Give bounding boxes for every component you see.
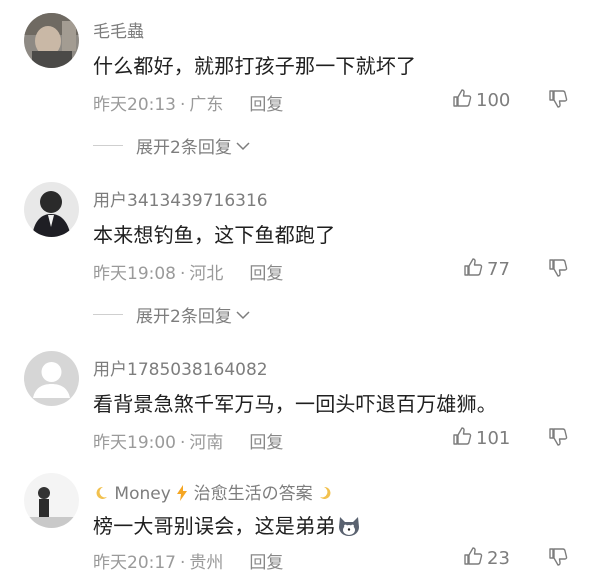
- expand-replies-label: 展开2条回复: [136, 138, 232, 158]
- dislike-button[interactable]: [548, 427, 568, 451]
- divider-line: [93, 145, 123, 146]
- thumbs-up-icon: [452, 426, 472, 451]
- like-count: 100: [476, 90, 511, 111]
- comment-meta: 昨天20:17 · 贵州 回复: [93, 548, 283, 573]
- timestamp: 昨天19:08: [93, 264, 176, 284]
- chevron-down-icon: [236, 305, 250, 325]
- crescent-moon-icon: [318, 484, 334, 504]
- reply-button[interactable]: 回复: [249, 264, 283, 284]
- comment-meta: 昨天20:13 · 广东 回复: [93, 90, 283, 115]
- lightning-icon: [176, 484, 193, 504]
- avatar[interactable]: [24, 13, 79, 68]
- comment-text: 看背景急煞千军万马，一回头吓退百万雄狮。: [93, 392, 497, 416]
- timestamp: 昨天19:00: [93, 433, 176, 453]
- expand-replies-button[interactable]: 展开2条回复: [93, 302, 250, 327]
- reply-button[interactable]: 回复: [249, 553, 283, 573]
- thumbs-down-icon: [548, 548, 568, 571]
- location: 河南: [189, 433, 224, 453]
- location: 广东: [189, 95, 224, 115]
- comment-meta: 昨天19:00 · 河南 回复: [93, 428, 283, 453]
- avatar[interactable]: [24, 182, 79, 237]
- meta-separator: ·: [180, 553, 186, 573]
- crescent-moon-icon: [93, 484, 114, 504]
- reply-button[interactable]: 回复: [249, 95, 283, 115]
- expand-replies-button[interactable]: 展开2条回复: [93, 133, 250, 158]
- thumbs-down-icon: [548, 90, 568, 113]
- like-count: 101: [476, 428, 511, 449]
- like-count: 23: [487, 548, 510, 569]
- username[interactable]: 毛毛蟲: [93, 17, 144, 42]
- comment-meta: 昨天19:08 · 河北 回复: [93, 259, 283, 284]
- chevron-down-icon: [236, 136, 250, 156]
- thumbs-down-icon: [548, 259, 568, 282]
- dislike-button[interactable]: [548, 89, 568, 113]
- avatar[interactable]: [24, 473, 79, 528]
- comment-text: 什么都好，就那打孩子那一下就坏了: [93, 54, 417, 78]
- comment-text: 榜一大哥别误会，这是弟弟: [93, 514, 336, 538]
- timestamp: 昨天20:13: [93, 95, 176, 115]
- location: 贵州: [189, 553, 224, 573]
- location: 河北: [189, 264, 224, 284]
- username[interactable]: 用户3413439716316: [93, 186, 268, 211]
- username[interactable]: Money 治愈生活の答案: [93, 479, 334, 504]
- thumbs-up-icon: [452, 88, 472, 113]
- reply-button[interactable]: 回复: [249, 433, 283, 453]
- dog-face-emoji: [337, 515, 361, 542]
- dislike-button[interactable]: [548, 258, 568, 282]
- like-count: 77: [487, 259, 510, 280]
- thumbs-up-icon: [463, 257, 483, 282]
- username[interactable]: 用户1785038164082: [93, 355, 268, 380]
- meta-separator: ·: [180, 264, 186, 284]
- username-suffix: 治愈生活の答案: [193, 484, 313, 504]
- like-button[interactable]: 101: [452, 426, 510, 451]
- thumbs-up-icon: [463, 546, 483, 571]
- comment-text: 本来想钓鱼，这下鱼都跑了: [93, 223, 336, 247]
- expand-replies-label: 展开2条回复: [136, 307, 232, 327]
- username-name: Money: [114, 484, 171, 504]
- comment-text-row: 榜一大哥别误会，这是弟弟: [93, 510, 361, 542]
- like-button[interactable]: 100: [452, 88, 510, 113]
- avatar[interactable]: [24, 351, 79, 406]
- like-button[interactable]: 77: [463, 257, 510, 282]
- timestamp: 昨天20:17: [93, 553, 176, 573]
- dislike-button[interactable]: [548, 547, 568, 571]
- meta-separator: ·: [180, 433, 186, 453]
- divider-line: [93, 314, 123, 315]
- like-button[interactable]: 23: [463, 546, 510, 571]
- thumbs-down-icon: [548, 428, 568, 451]
- meta-separator: ·: [180, 95, 186, 115]
